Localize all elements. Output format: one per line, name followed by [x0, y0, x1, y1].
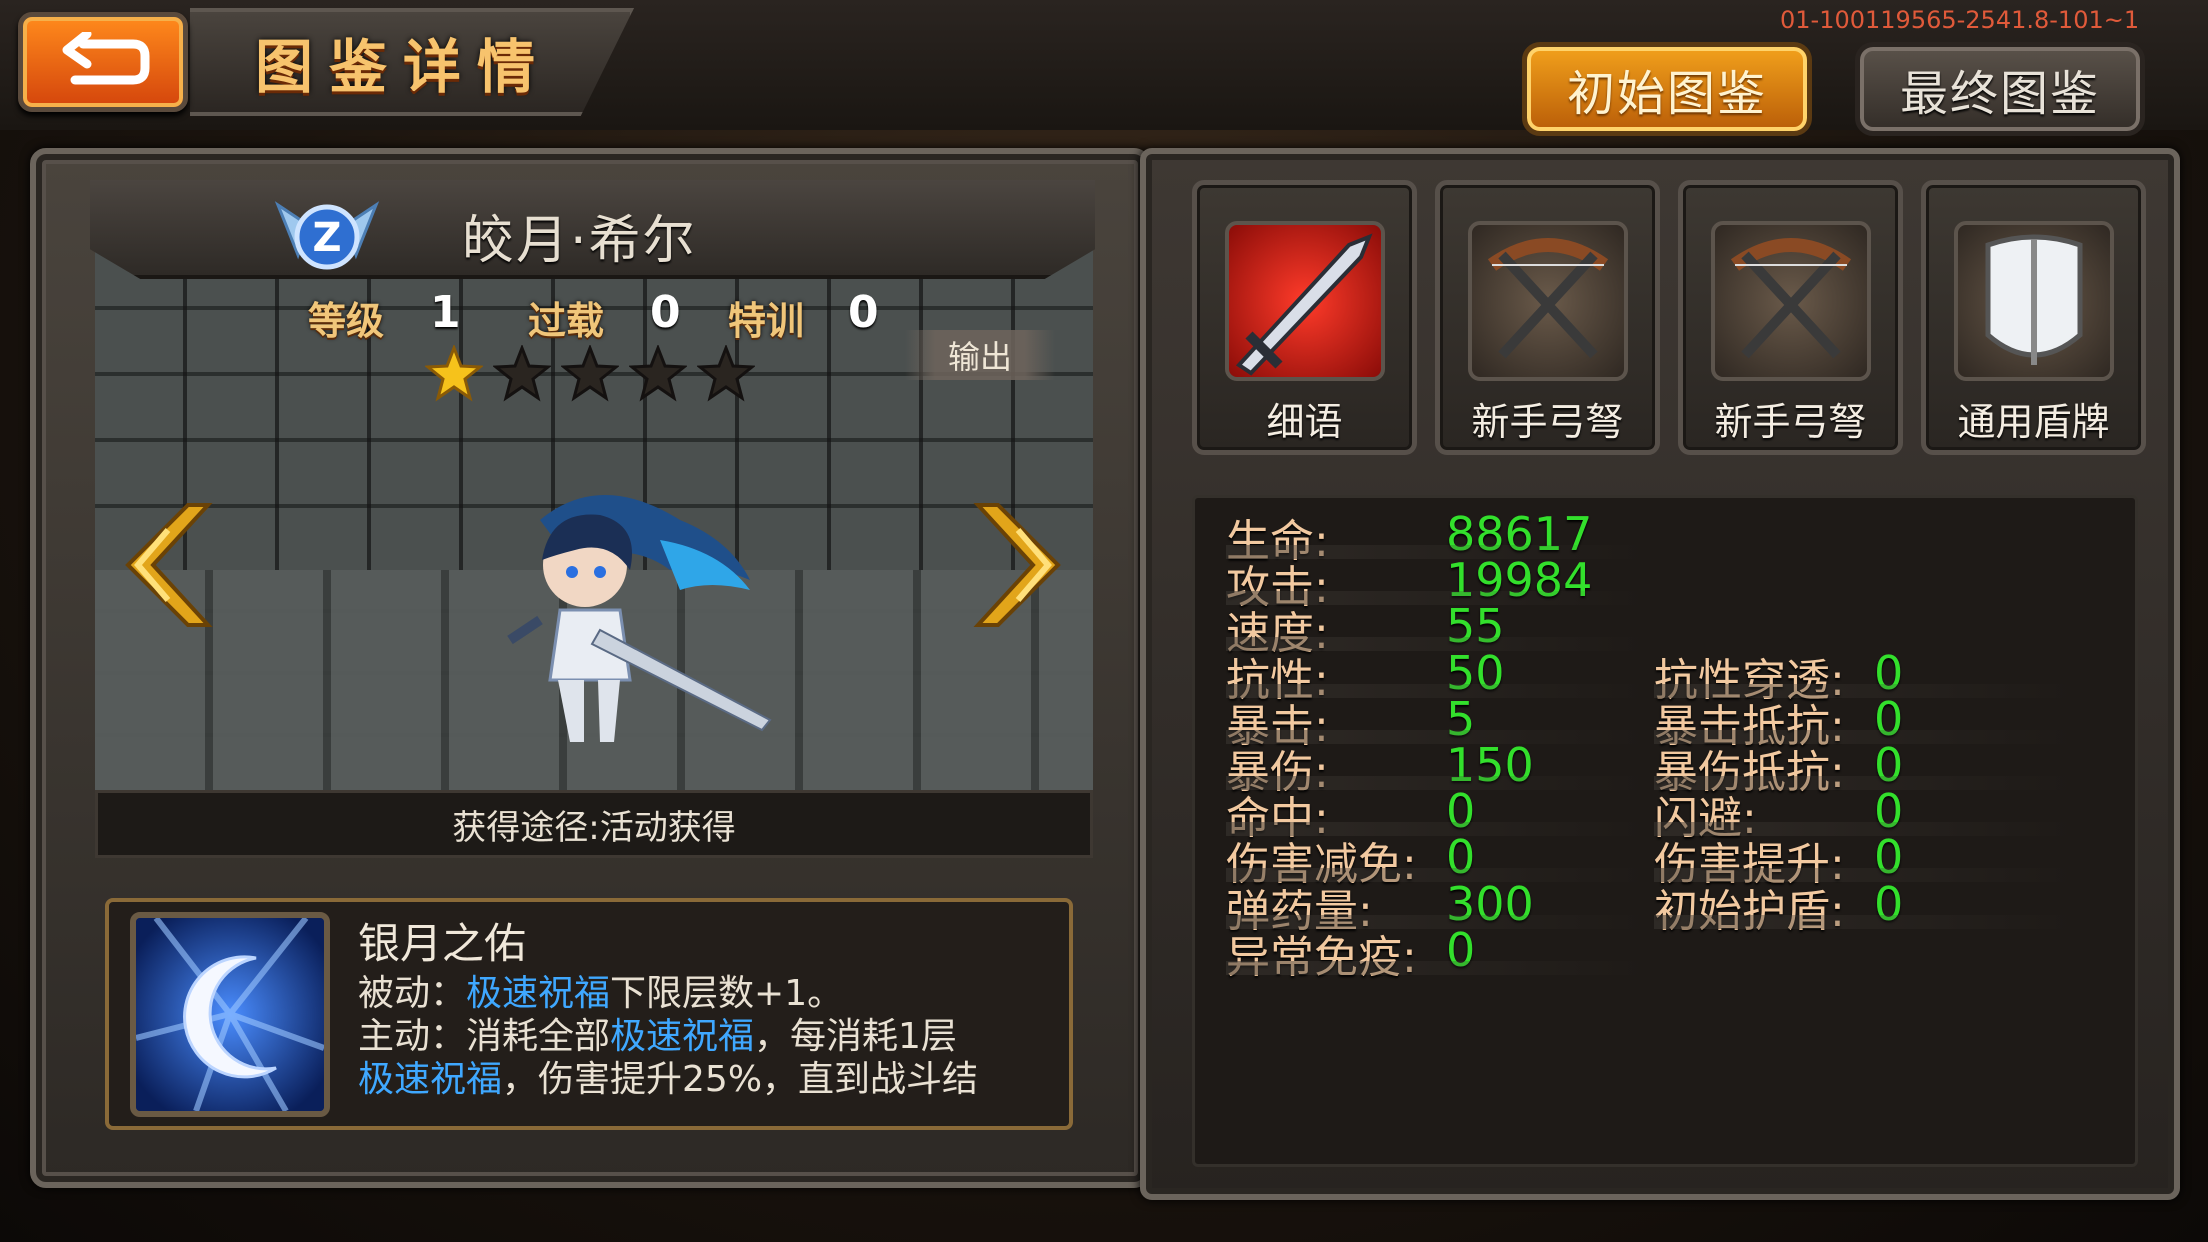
skill-description: 被动：极速祝福下限层数+1。 主动：消耗全部极速祝福，每消耗1层 极速祝福，伤害…: [358, 972, 1058, 1110]
overload-value: 0: [650, 287, 681, 338]
active-mid: ，每消耗1层: [754, 1016, 957, 1057]
equip-label: 通用盾牌: [1957, 400, 2110, 444]
equip-label: 细语: [1266, 400, 1343, 444]
tab-final-codex[interactable]: 最终图鉴: [1855, 42, 2145, 136]
crossbow-icon: [1711, 221, 1871, 381]
version-text: 01-100119565-2541.8-101~1: [1780, 6, 2140, 34]
active-suffix: ，伤害提升25%，直到战斗结: [502, 1059, 979, 1100]
overload-label: 过载: [528, 299, 605, 343]
role-tag: 输出: [905, 330, 1055, 380]
shield-icon: [1954, 221, 2114, 381]
active-prefix: 主动：消耗全部: [358, 1016, 611, 1057]
equip-slot-crossbow-2[interactable]: 新手弓弩: [1678, 180, 1903, 455]
blade-icon: [1225, 221, 1385, 381]
hero-sprite: [507, 495, 772, 742]
back-button[interactable]: [18, 12, 188, 112]
star-empty-icon: [697, 345, 755, 402]
star-rating: [425, 345, 755, 403]
passive-suffix: 下限层数+1。: [610, 973, 844, 1014]
skill-name: 银月之佑: [358, 919, 527, 968]
stat-value: 0: [1446, 922, 1476, 977]
buff-link[interactable]: 极速祝福: [610, 1016, 754, 1057]
level-label: 等级: [308, 299, 385, 343]
page-title: 图鉴详情: [255, 33, 552, 101]
star-empty-icon: [629, 345, 687, 402]
hero-name: 皎月·希尔: [462, 211, 697, 271]
equip-label: 新手弓弩: [1714, 400, 1867, 444]
buff-link[interactable]: 极速祝福: [466, 973, 610, 1014]
equip-slot-shield[interactable]: 通用盾牌: [1921, 180, 2146, 455]
next-hero-arrow-icon[interactable]: [968, 500, 1078, 630]
buff-link[interactable]: 极速祝福: [358, 1059, 502, 1100]
training-label: 特训: [728, 299, 805, 343]
equip-slot-weapon[interactable]: 细语: [1192, 180, 1417, 455]
acquisition-source: 获得途径:活动获得: [95, 790, 1093, 858]
crossbow-icon: [1468, 221, 1628, 381]
training-value: 0: [848, 287, 879, 338]
stat-value: 0: [1874, 876, 1904, 931]
prev-hero-arrow-icon[interactable]: [108, 500, 218, 630]
star-filled-icon: [425, 345, 483, 402]
equip-slot-crossbow-1[interactable]: 新手弓弩: [1435, 180, 1660, 455]
star-empty-icon: [561, 345, 619, 402]
stat-row: 初始护盾: 0: [1654, 875, 2074, 937]
stat-row: 异常免疫: 0: [1226, 921, 1646, 983]
star-empty-icon: [493, 345, 551, 402]
level-value: 1: [430, 287, 461, 338]
tab-initial-codex[interactable]: 初始图鉴: [1522, 42, 1812, 136]
rank-badge-letter: Z: [312, 215, 341, 261]
crescent-moon-icon[interactable]: [130, 912, 330, 1117]
rank-badge-icon: Z: [274, 201, 380, 270]
passive-prefix: 被动：: [358, 973, 467, 1014]
stat-label: 异常免疫:: [1226, 931, 1417, 983]
stat-label: 初始护盾:: [1654, 885, 1845, 937]
back-arrow-icon: [62, 32, 150, 85]
equip-label: 新手弓弩: [1471, 400, 1624, 444]
